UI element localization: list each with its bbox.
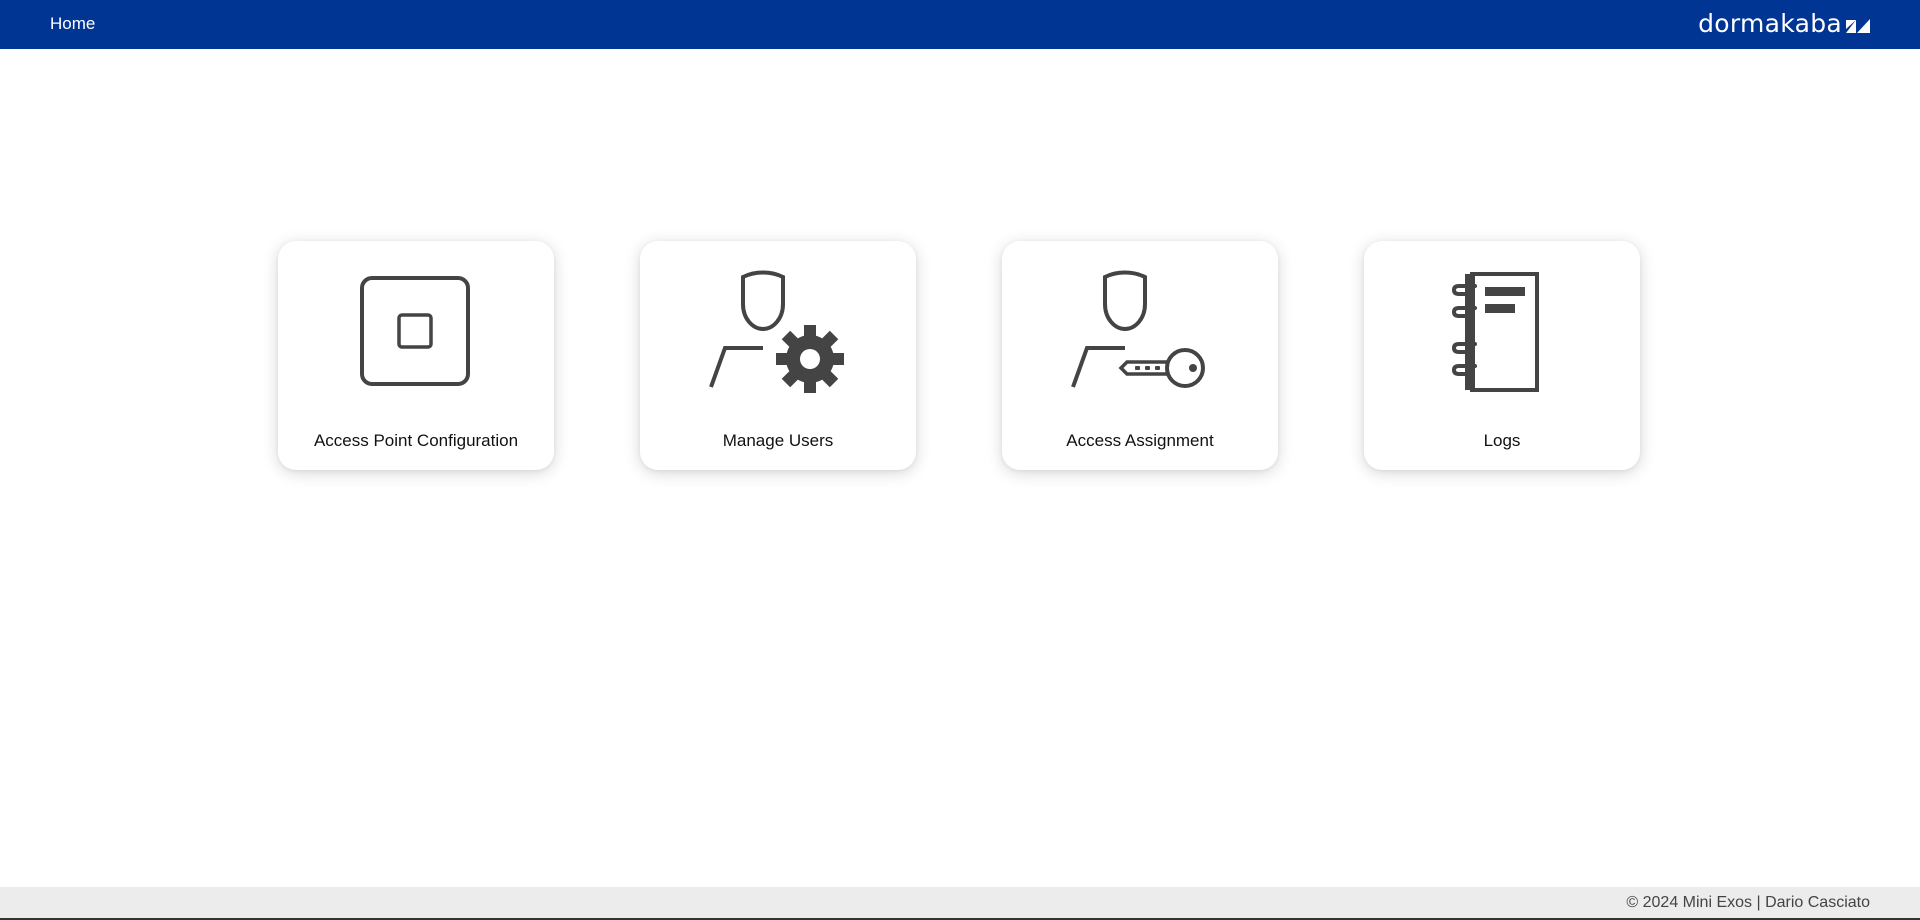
access-point-icon: [360, 276, 470, 386]
user-gear-icon: [709, 270, 844, 393]
tile-label: Logs: [1483, 431, 1521, 450]
tile-manage-users[interactable]: Manage Users: [640, 241, 916, 470]
tile-access-assignment[interactable]: Access Assignment: [1002, 241, 1278, 470]
brand-logo: dormakaba: [1698, 8, 1870, 38]
footer: © 2024 Mini Exos | Dario Casciato: [0, 887, 1920, 920]
tile-label: Access Assignment: [1066, 431, 1214, 450]
nav-home-link[interactable]: Home: [50, 14, 95, 34]
footer-copyright: © 2024 Mini Exos | Dario Casciato: [1626, 894, 1870, 911]
tile-logs[interactable]: Logs: [1364, 241, 1640, 470]
menu-tiles: Access Point Configuration Manage Users …: [278, 241, 1640, 470]
brand-mark-icon: [1846, 19, 1870, 33]
tile-access-point-configuration[interactable]: Access Point Configuration: [278, 241, 554, 470]
tile-label: Access Point Configuration: [313, 431, 519, 450]
notebook-icon: [1451, 272, 1539, 392]
top-navbar: Home dormakaba: [0, 0, 1920, 49]
user-key-icon: [1071, 270, 1205, 388]
brand-name: dormakaba: [1698, 8, 1842, 38]
tile-label: Manage Users: [722, 431, 834, 450]
